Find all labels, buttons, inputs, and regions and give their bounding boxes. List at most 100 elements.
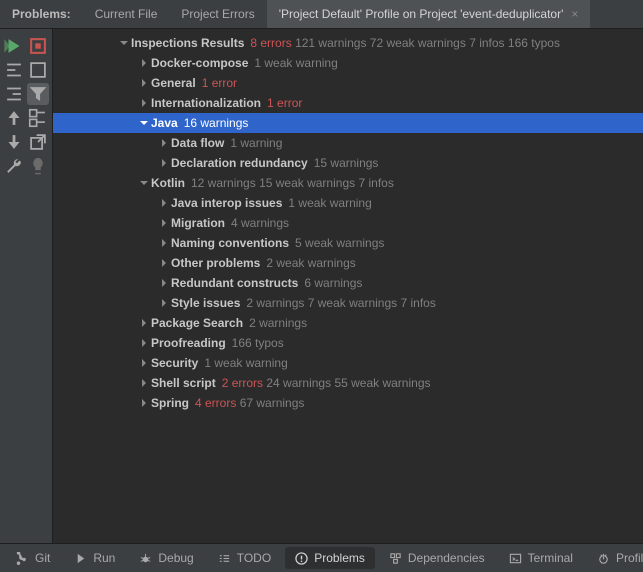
tree-row[interactable]: Data flow1 warning [53,133,643,153]
chevron-right-icon[interactable] [137,318,151,328]
tree-row[interactable]: Proofreading166 typos [53,333,643,353]
tree-row[interactable]: Inspections Results8 errors 121 warnings… [53,33,643,53]
tree-row-label: Style issues [171,296,240,310]
tree-row-label: Other problems [171,256,260,270]
arrow-down-icon[interactable] [3,131,25,153]
tree-row-meta: 166 typos [232,336,284,350]
tree-expand-icon[interactable] [27,107,49,129]
tool-window-label: Problems [314,551,365,565]
tool-window-problems[interactable]: Problems [285,547,375,569]
chevron-down-icon[interactable] [137,178,151,188]
rerun-icon[interactable] [3,35,25,57]
tree-row-meta: 2 warnings [249,316,307,330]
inspection-tree[interactable]: Inspections Results8 errors 121 warnings… [53,29,643,545]
tree-row-label: Redundant constructs [171,276,298,290]
tree-row-label: Kotlin [151,176,185,190]
tree-row-label: Internationalization [151,96,261,110]
tool-window-label: Run [93,551,115,565]
indent-left-icon[interactable] [3,59,25,81]
tree-row-meta: 6 warnings [304,276,362,290]
git-icon [16,552,29,565]
chevron-right-icon[interactable] [137,358,151,368]
tree-row-meta: 8 errors 121 warnings 72 weak warnings 7… [250,36,560,50]
tree-row-label: Shell script [151,376,216,390]
tree-row-label: Migration [171,216,225,230]
tree-row[interactable]: General1 error [53,73,643,93]
problems-icon [295,552,308,565]
chevron-down-icon[interactable] [117,38,131,48]
chevron-right-icon[interactable] [137,78,151,88]
tree-row-meta: 1 error [267,96,302,110]
chevron-right-icon[interactable] [137,378,151,388]
indent-right-icon[interactable] [3,83,25,105]
tab-inspection-profile[interactable]: 'Project Default' Profile on Project 'ev… [267,0,591,28]
tool-window-run[interactable]: Run [64,547,125,569]
tree-row-meta: 2 warnings 7 weak warnings 7 infos [246,296,435,310]
chevron-right-icon[interactable] [157,258,171,268]
tool-window-debug[interactable]: Debug [129,547,203,569]
tree-row-meta: 15 warnings [314,156,379,170]
tree-row-meta: 4 errors 67 warnings [195,396,304,410]
tree-row-meta: 2 errors 24 warnings 55 weak warnings [222,376,431,390]
chevron-right-icon[interactable] [137,338,151,348]
tool-window-label: Terminal [528,551,573,565]
tab-current-file[interactable]: Current File [83,0,170,28]
tree-row-meta: 1 weak warning [254,56,337,70]
tree-row[interactable]: Kotlin12 warnings 15 weak warnings 7 inf… [53,173,643,193]
tool-window-profiler[interactable]: Profiler [587,547,643,569]
tree-row[interactable]: Other problems2 weak warnings [53,253,643,273]
tree-row[interactable]: Security1 weak warning [53,353,643,373]
tool-window-git[interactable]: Git [6,547,60,569]
chevron-right-icon[interactable] [137,98,151,108]
status-bar: Git Run DebugTODO Problems Dependencies Termi… [0,543,643,572]
chevron-right-icon[interactable] [157,138,171,148]
wrench-icon[interactable] [3,155,25,177]
tool-window-todo[interactable]: TODO [208,547,281,569]
tree-row[interactable]: Declaration redundancy15 warnings [53,153,643,173]
open-external-icon[interactable] [27,131,49,153]
chevron-right-icon[interactable] [157,278,171,288]
chevron-right-icon[interactable] [157,238,171,248]
tree-row-label: Security [151,356,198,370]
tree-row[interactable]: Package Search 2 warnings [53,313,643,333]
left-toolbar [0,29,53,545]
stop-square-icon[interactable] [27,35,49,57]
bulb-icon[interactable] [27,155,49,177]
problems-label: Problems: [0,0,83,28]
problems-tab-bar: Problems: Current File Project Errors 'P… [0,0,643,29]
terminal-icon [509,552,522,565]
tool-window-dependencies[interactable]: Dependencies [379,547,495,569]
tree-row[interactable]: Java16 warnings [53,113,643,133]
chevron-down-icon[interactable] [137,118,151,128]
tree-row[interactable]: Redundant constructs 6 warnings [53,273,643,293]
tree-row[interactable]: Naming conventions 5 weak warnings [53,233,643,253]
tree-row-label: Naming conventions [171,236,289,250]
tree-row-meta: 4 warnings [231,216,289,230]
chevron-right-icon[interactable] [157,218,171,228]
tree-row[interactable]: Docker-compose 1 weak warning [53,53,643,73]
tree-row[interactable]: Migration 4 warnings [53,213,643,233]
chevron-right-icon[interactable] [137,398,151,408]
tab-project-errors[interactable]: Project Errors [169,0,266,28]
arrow-up-icon[interactable] [3,107,25,129]
tree-row[interactable]: Style issues 2 warnings 7 weak warnings 7… [53,293,643,313]
todo-icon [218,552,231,565]
chevron-right-icon[interactable] [157,158,171,168]
filter-icon[interactable] [27,83,49,105]
tree-row-meta: 1 error [202,76,237,90]
tree-row[interactable]: Spring 4 errors 67 warnings [53,393,643,413]
tree-row-label: Package Search [151,316,243,330]
tree-row-label: Data flow [171,136,224,150]
chevron-right-icon[interactable] [157,198,171,208]
close-icon[interactable]: × [571,7,578,21]
chevron-right-icon[interactable] [157,298,171,308]
tree-row-meta: 5 weak warnings [295,236,384,250]
tree-row[interactable]: Shell script 2 errors 24 warnings 55 weak… [53,373,643,393]
tree-row[interactable]: Internationalization 1 error [53,93,643,113]
chevron-right-icon[interactable] [137,58,151,68]
tool-window-terminal[interactable]: Terminal [499,547,583,569]
tree-row[interactable]: Java interop issues1 weak warning [53,193,643,213]
tree-row-label: Docker-compose [151,56,248,70]
stop-bracket-icon[interactable] [27,59,49,81]
tree-row-label: Spring [151,396,189,410]
